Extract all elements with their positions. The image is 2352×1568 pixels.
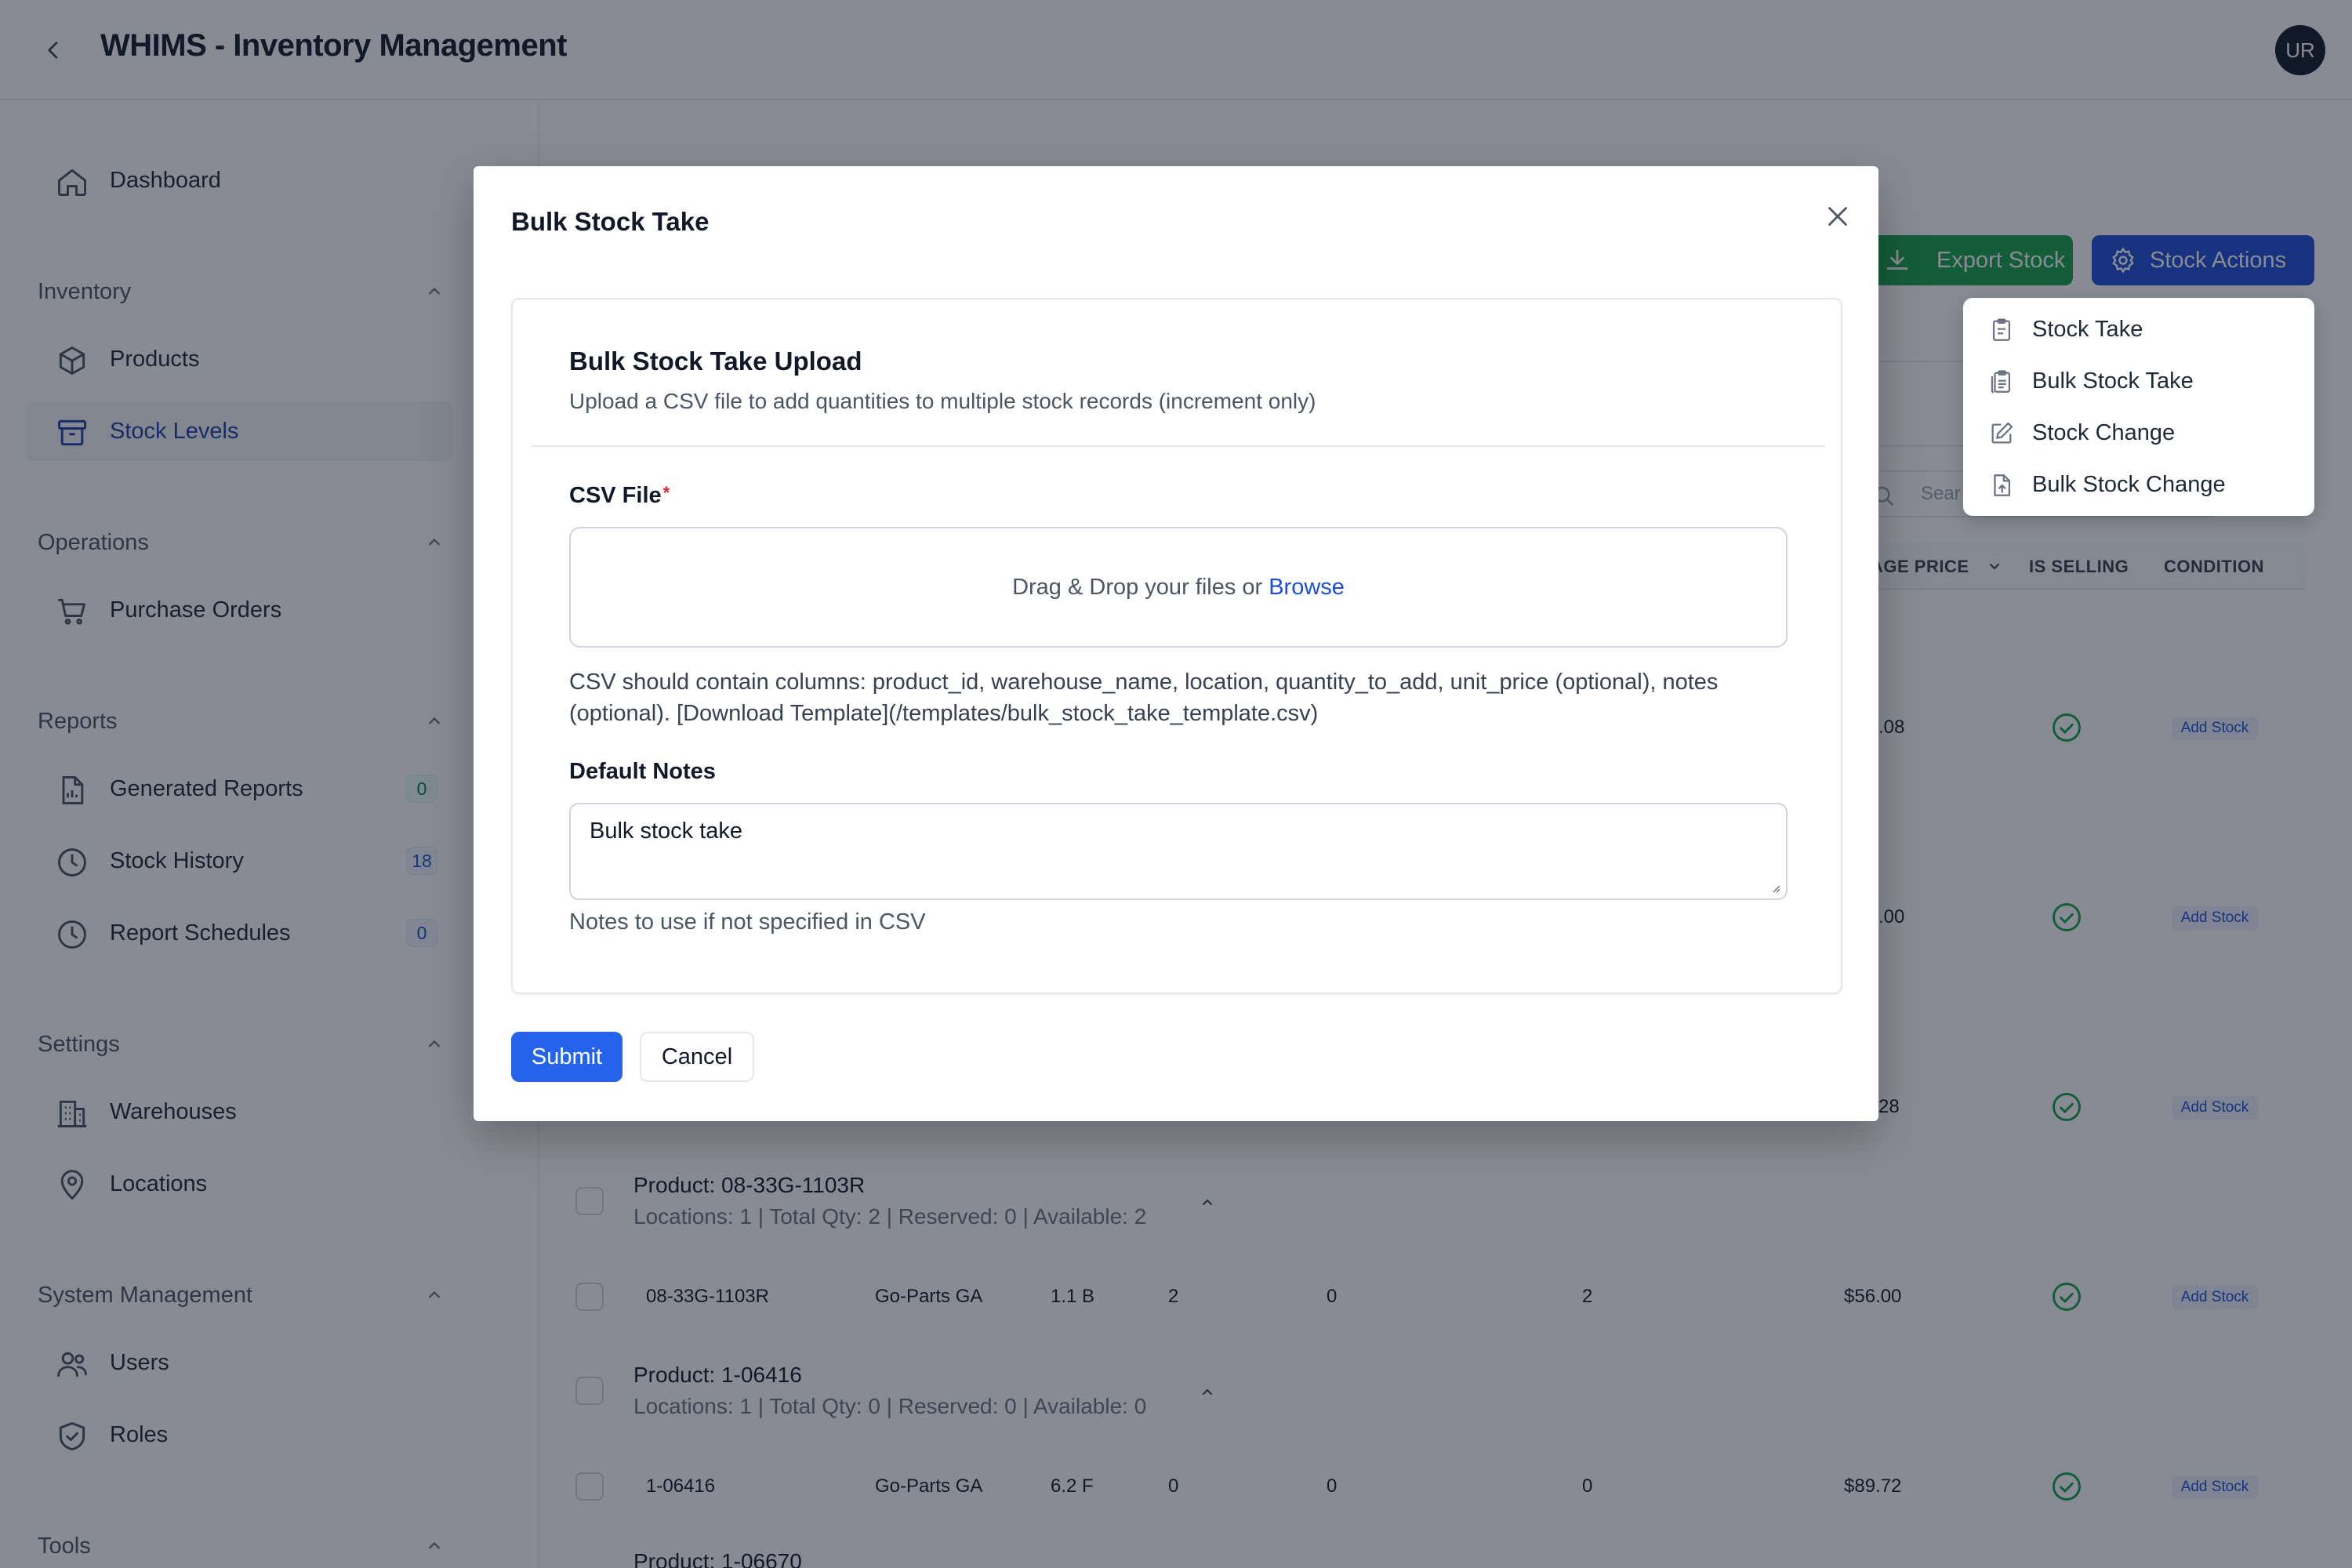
resize-handle-icon[interactable]: [1769, 881, 1781, 894]
upload-card: Bulk Stock Take Upload Upload a CSV file…: [511, 298, 1842, 994]
csv-file-label: CSV File*: [569, 483, 670, 509]
csv-dropzone[interactable]: Drag & Drop your files or Browse: [569, 527, 1788, 648]
menu-item-label: Bulk Stock Take: [2032, 368, 2194, 394]
clipboard-list-icon: [1991, 370, 2011, 394]
menu-item-stock-take[interactable]: Stock Take: [1963, 304, 2314, 354]
modal-title: Bulk Stock Take: [511, 207, 710, 236]
required-mark: *: [662, 483, 670, 503]
menu-item-label: Stock Change: [2032, 419, 2176, 445]
dropzone-text: Drag & Drop your files or: [1012, 574, 1263, 600]
menu-item-bulk-stock-take[interactable]: Bulk Stock Take: [1963, 356, 2314, 406]
app-root: WHIMS - Inventory Management UR Dashboar…: [0, 0, 2352, 1568]
csv-help-text: CSV should contain columns: product_id, …: [569, 670, 1719, 726]
browse-link[interactable]: Browse: [1269, 575, 1345, 601]
divider: [532, 445, 1825, 447]
default-notes-textarea[interactable]: Bulk stock take: [569, 803, 1788, 900]
menu-item-bulk-stock-change[interactable]: Bulk Stock Change: [1963, 459, 2314, 510]
default-notes-label: Default Notes: [569, 759, 716, 784]
upload-card-title: Bulk Stock Take Upload: [569, 347, 862, 376]
submit-button[interactable]: Submit: [511, 1032, 622, 1082]
default-notes-value: Bulk stock take: [590, 818, 743, 844]
edit-icon: [1991, 422, 2013, 444]
close-icon: [1828, 207, 1847, 226]
menu-item-label: Bulk Stock Change: [2032, 471, 2226, 497]
bulk-stock-take-modal: Bulk Stock Take Bulk Stock Take Upload U…: [474, 166, 1878, 1121]
clipboard-icon: [1992, 318, 2011, 341]
cancel-button[interactable]: Cancel: [640, 1032, 754, 1082]
close-button[interactable]: [1816, 194, 1860, 238]
default-notes-hint: Notes to use if not specified in CSV: [569, 909, 926, 935]
file-upload-icon: [1994, 474, 2011, 496]
menu-item-label: Stock Take: [2032, 316, 2143, 342]
upload-card-subtitle: Upload a CSV file to add quantities to m…: [569, 389, 1316, 413]
csv-file-label-text: CSV File: [569, 483, 662, 508]
menu-item-stock-change[interactable]: Stock Change: [1963, 408, 2314, 458]
stock-actions-menu: Stock Take Bulk Stock Take Stock Change …: [1963, 298, 2314, 516]
